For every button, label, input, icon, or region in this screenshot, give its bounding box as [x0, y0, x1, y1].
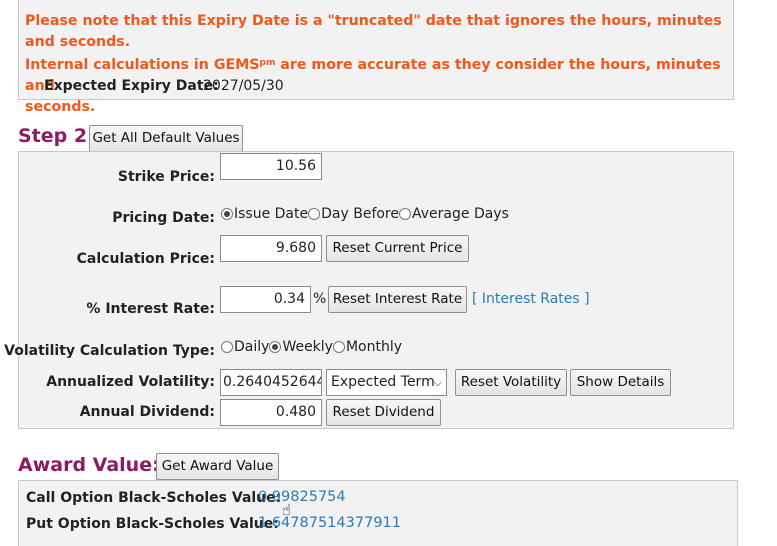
notice-line-1: Please note that this Expiry Date is a "… [25, 13, 722, 50]
term-select[interactable]: Expected Term ⌵ [326, 369, 447, 396]
pricing-option-day-before-label: Day Before [321, 206, 399, 222]
pricing-option-average-days-label: Average Days [412, 206, 509, 222]
reset-current-price-button[interactable]: Reset Current Price [326, 235, 469, 262]
get-award-value-button[interactable]: Get Award Value [156, 453, 279, 480]
put-option-value[interactable]: 1.64787514377911 [258, 515, 401, 531]
pricing-date-label: Pricing Date: [112, 210, 215, 226]
pricing-option-day-before[interactable]: Day Before [308, 206, 399, 222]
expiry-date-label: Expected Expiry Date: [44, 78, 219, 94]
radio-checked-icon[interactable] [269, 341, 282, 353]
reset-volatility-button[interactable]: Reset Volatility [455, 369, 567, 396]
chevron-down-icon: ⌵ [433, 376, 442, 389]
award-value-title: Award Value: [18, 454, 160, 476]
annual-dividend-input[interactable]: 0.480 [220, 399, 322, 426]
vol-option-weekly[interactable]: Weekly [269, 339, 333, 355]
call-option-label: Call Option Black-Scholes Value: [26, 490, 282, 506]
volatility-calculation-type-label: Volatility Calculation Type: [4, 343, 215, 359]
vol-option-monthly-label: Monthly [345, 339, 403, 355]
radio-unchecked-icon[interactable] [221, 341, 233, 353]
volatility-type-radio-group: Daily Weekly Monthly [221, 339, 402, 355]
vol-option-daily-label: Daily [234, 339, 270, 355]
show-details-button[interactable]: Show Details [570, 369, 671, 396]
term-select-value: Expected Term [331, 374, 435, 390]
radio-checked-icon[interactable] [221, 208, 233, 220]
annualized-volatility-input[interactable]: 0.2640452644 [220, 369, 322, 396]
expiry-date-value: 2027/05/30 [203, 78, 284, 94]
reset-interest-rate-button[interactable]: Reset Interest Rate [328, 286, 467, 313]
vol-option-monthly[interactable]: Monthly [332, 339, 403, 355]
annualized-volatility-label: Annualized Volatility: [46, 374, 215, 390]
pricing-option-average-days[interactable]: Average Days [399, 206, 509, 222]
vol-option-weekly-label: Weekly [282, 339, 333, 355]
calculation-price-label: Calculation Price: [76, 251, 215, 267]
calculation-price-input[interactable]: 9.680 [220, 235, 322, 262]
pricing-date-radio-group: Issue Date Day Before Average Days [221, 206, 509, 222]
strike-price-input[interactable]: 10.56 [220, 153, 322, 180]
radio-unchecked-icon[interactable] [399, 208, 411, 220]
interest-percent-unit: % [313, 291, 327, 307]
pricing-option-issue-date-label: Issue Date [234, 206, 309, 222]
pricing-option-issue-date[interactable]: Issue Date [221, 206, 308, 222]
radio-unchecked-icon[interactable] [308, 208, 321, 220]
annual-dividend-label: Annual Dividend: [79, 404, 215, 420]
reset-dividend-button[interactable]: Reset Dividend [326, 399, 441, 426]
gems-pm-superscript: pm [259, 58, 276, 68]
interest-rate-input[interactable]: 0.34 [220, 286, 311, 313]
vol-option-daily[interactable]: Daily [221, 339, 269, 355]
expiry-notice: Please note that this Expiry Date is a "… [25, 11, 737, 118]
interest-rates-link[interactable]: [ Interest Rates ] [472, 291, 590, 307]
notice-line-3: seconds. [25, 99, 96, 115]
call-option-value[interactable]: 0.99825754 [258, 489, 346, 505]
notice-line-2-pre: Internal calculations in GEMS [25, 57, 260, 73]
step2-title: Step 2: [18, 125, 95, 147]
strike-price-label: Strike Price: [117, 169, 215, 185]
radio-unchecked-icon[interactable] [332, 341, 345, 353]
hand-cursor-icon: ☝ [282, 501, 292, 519]
get-all-default-values-button[interactable]: Get All Default Values [89, 125, 243, 152]
put-option-label: Put Option Black-Scholes Value: [26, 516, 279, 532]
interest-rate-label: % Interest Rate: [86, 301, 215, 317]
